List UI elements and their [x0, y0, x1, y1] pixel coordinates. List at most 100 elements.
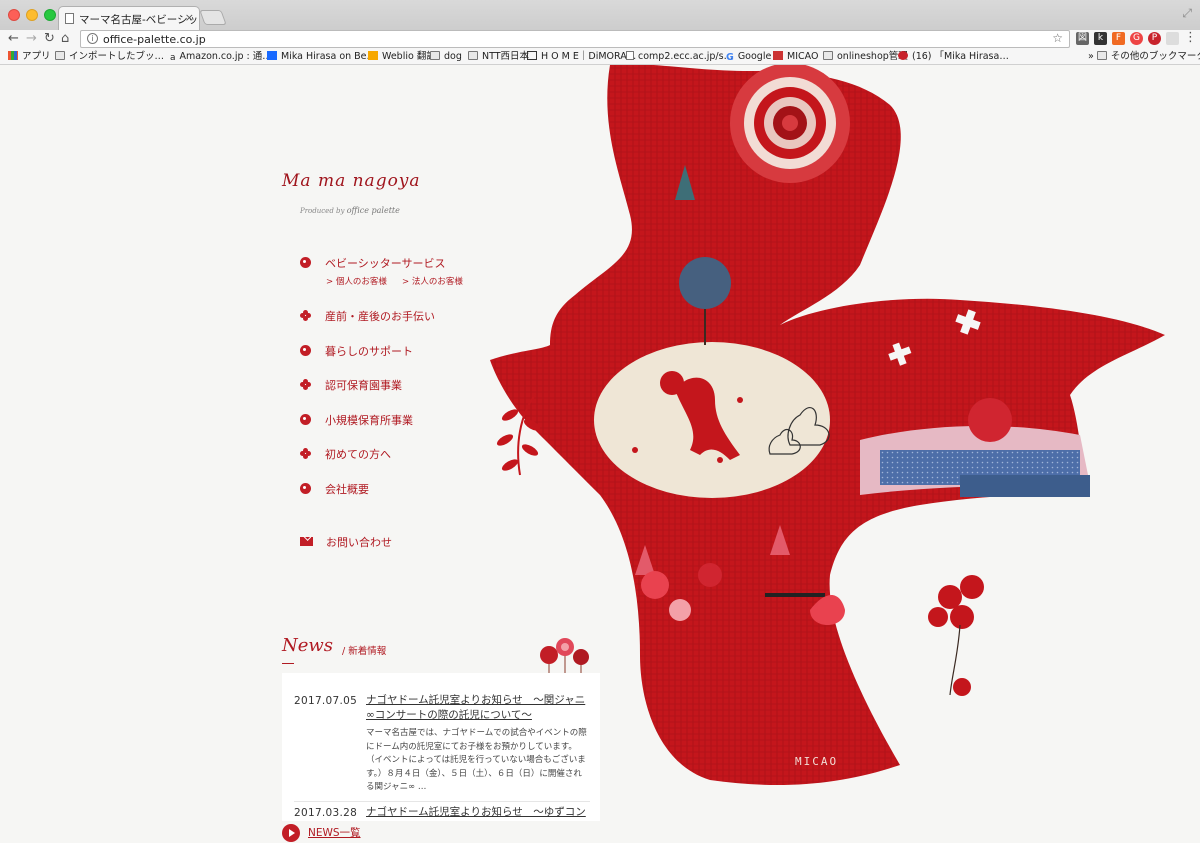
tab-title: マーマ名古屋-ベビーシッター — [79, 14, 199, 26]
info-icon[interactable]: i — [87, 33, 98, 44]
forward-icon[interactable]: → — [26, 31, 37, 47]
nav-label: 産前・産後のお手伝い — [325, 310, 435, 323]
home-icon[interactable]: ⌂ — [61, 31, 69, 47]
artist-signature: MICAO — [795, 755, 838, 768]
clover-icon — [300, 310, 311, 321]
bookmarks-bar: アプリ インポートしたブッ… a Amazon.co.jp : 通… Mika H… — [0, 48, 1200, 65]
bookmark-label: comp2.ecc.ac.jp/s… — [638, 51, 734, 62]
folder-icon — [55, 51, 65, 60]
play-icon — [282, 824, 300, 842]
folder-icon — [1096, 51, 1107, 60]
divider — [282, 663, 294, 664]
extension-icon[interactable]: 図 — [1076, 32, 1089, 45]
bookmark-label: インポートしたブッ… — [69, 51, 165, 62]
news-list-link[interactable]: NEWS一覧 — [282, 824, 361, 842]
bookmark-label: アプリ — [22, 51, 51, 62]
bookmark-item[interactable]: Weblio 翻訳 — [368, 50, 436, 63]
ball-icon — [300, 483, 311, 494]
apps-grid-icon — [8, 51, 18, 60]
bookmark-item[interactable]: MICAO — [773, 50, 818, 63]
bookmark-item[interactable]: H O M E｜DiMORA… — [527, 50, 636, 63]
nav-childbirth[interactable]: 産前・産後のお手伝い — [300, 308, 435, 324]
bookmark-label: Google — [737, 51, 772, 62]
bookmark-label: MICAO — [787, 51, 819, 62]
company-name: office palette — [346, 206, 400, 215]
news-list-label: NEWS一覧 — [308, 827, 361, 839]
bookmark-item[interactable]: dog — [430, 50, 462, 63]
web-page: Ma ma nagoya Produced by office palette … — [0, 65, 1200, 843]
nav-licensed[interactable]: 認可保育園事業 — [300, 377, 402, 393]
nav-label: 小規模保育所事業 — [325, 414, 413, 427]
amazon-icon: a — [170, 53, 176, 63]
bookmark-item[interactable]: (16) 「Mika Hirasa… — [898, 50, 1009, 63]
tab-close-icon[interactable]: × — [185, 11, 194, 24]
new-tab-button[interactable] — [199, 10, 227, 25]
nav-label: ベビーシッターサービス — [325, 257, 446, 270]
nav-contact[interactable]: お問い合わせ — [300, 534, 392, 550]
clover-icon — [300, 448, 311, 459]
nav-label: 会社概要 — [325, 483, 369, 496]
bookmark-label: H O M E｜DiMORA… — [541, 51, 637, 62]
zoom-window-button[interactable] — [44, 9, 56, 21]
micao-icon — [773, 51, 783, 60]
bookmark-star-icon[interactable]: ☆ — [1052, 31, 1063, 45]
nav-label: 初めての方へ — [325, 448, 391, 461]
extension-icon[interactable]: k — [1094, 32, 1107, 45]
ball-icon — [300, 345, 311, 356]
produced-by-label: Produced by — [300, 207, 345, 215]
browser-tab[interactable]: マーマ名古屋-ベビーシッター × — [58, 6, 200, 30]
news-date: 2017.03.28 — [294, 807, 358, 819]
page-icon — [626, 51, 634, 60]
close-window-button[interactable] — [8, 9, 20, 21]
news-date: 2017.07.05 — [294, 695, 358, 707]
site-logo[interactable]: Ma ma nagoya — [282, 171, 421, 191]
nav-living[interactable]: 暮らしのサポート — [300, 343, 413, 359]
fullscreen-icon[interactable]: ⤢ — [1182, 6, 1192, 21]
nav-label: お問い合わせ — [326, 536, 392, 549]
nav-babysitter[interactable]: ベビーシッターサービス — [300, 255, 446, 271]
nav-label: 暮らしのサポート — [325, 345, 413, 358]
news-subheading: / 新着情報 — [342, 646, 387, 657]
nav-company[interactable]: 会社概要 — [300, 481, 369, 497]
logo-credit: Produced by office palette — [300, 206, 400, 215]
bookmark-label: Weblio 翻訳 — [382, 51, 436, 62]
bookmark-item[interactable]: インポートしたブッ… — [55, 50, 164, 63]
pinterest-icon — [898, 51, 908, 60]
bird-artwork-image: MICAO — [490, 65, 1165, 785]
address-bar[interactable]: i office-palette.co.jp ☆ — [80, 30, 1070, 48]
tab-bar: マーマ名古屋-ベビーシッター × ⤢ — [0, 0, 1200, 30]
bookmark-label: (16) 「Mika Hirasa… — [912, 51, 1009, 62]
back-icon[interactable]: ← — [8, 31, 19, 47]
browser-toolbar: ← → ↻ ⌂ i office-palette.co.jp ☆ 図 k F G… — [0, 30, 1200, 48]
bookmark-item[interactable]: G Google — [726, 50, 771, 63]
nav-first-time[interactable]: 初めての方へ — [300, 446, 391, 462]
bookmark-label: Mika Hirasa on Be… — [281, 51, 377, 62]
news-heading: News — [282, 635, 334, 656]
bookmark-item[interactable]: Mika Hirasa on Be… — [267, 50, 376, 63]
reload-icon[interactable]: ↻ — [44, 31, 55, 47]
other-bookmarks[interactable]: » その他のブックマーク — [1088, 50, 1200, 63]
chevron-right-icon: » — [1088, 51, 1097, 62]
mail-icon — [300, 537, 313, 546]
nav-individual[interactable]: > 個人のお客様 — [326, 275, 387, 287]
pinterest-icon[interactable]: P — [1148, 32, 1161, 45]
clover-icon — [300, 379, 311, 390]
folder-icon — [823, 51, 833, 60]
bookmark-item[interactable]: comp2.ecc.ac.jp/s… — [626, 50, 733, 63]
google-icon: G — [726, 52, 734, 63]
bookmark-item[interactable]: NTT西日本 — [468, 50, 529, 63]
bookmark-item[interactable]: a Amazon.co.jp : 通… — [170, 50, 272, 63]
bookmark-label: NTT西日本 — [482, 51, 530, 62]
nav-corporate[interactable]: > 法人のお客様 — [402, 275, 463, 287]
nav-small[interactable]: 小規模保育所事業 — [300, 412, 413, 428]
bookmark-item[interactable]: onlineshop管理 — [823, 50, 908, 63]
ball-icon — [300, 257, 311, 268]
extension-icon[interactable]: F — [1112, 32, 1125, 45]
dimora-icon — [527, 51, 537, 60]
menu-icon[interactable]: ⋮ — [1184, 30, 1197, 46]
minimize-window-button[interactable] — [26, 9, 38, 21]
extension-icon[interactable] — [1166, 32, 1179, 45]
folder-icon — [468, 51, 478, 60]
bookmark-apps[interactable]: アプリ — [8, 50, 51, 63]
extension-icon[interactable]: G — [1130, 32, 1143, 45]
